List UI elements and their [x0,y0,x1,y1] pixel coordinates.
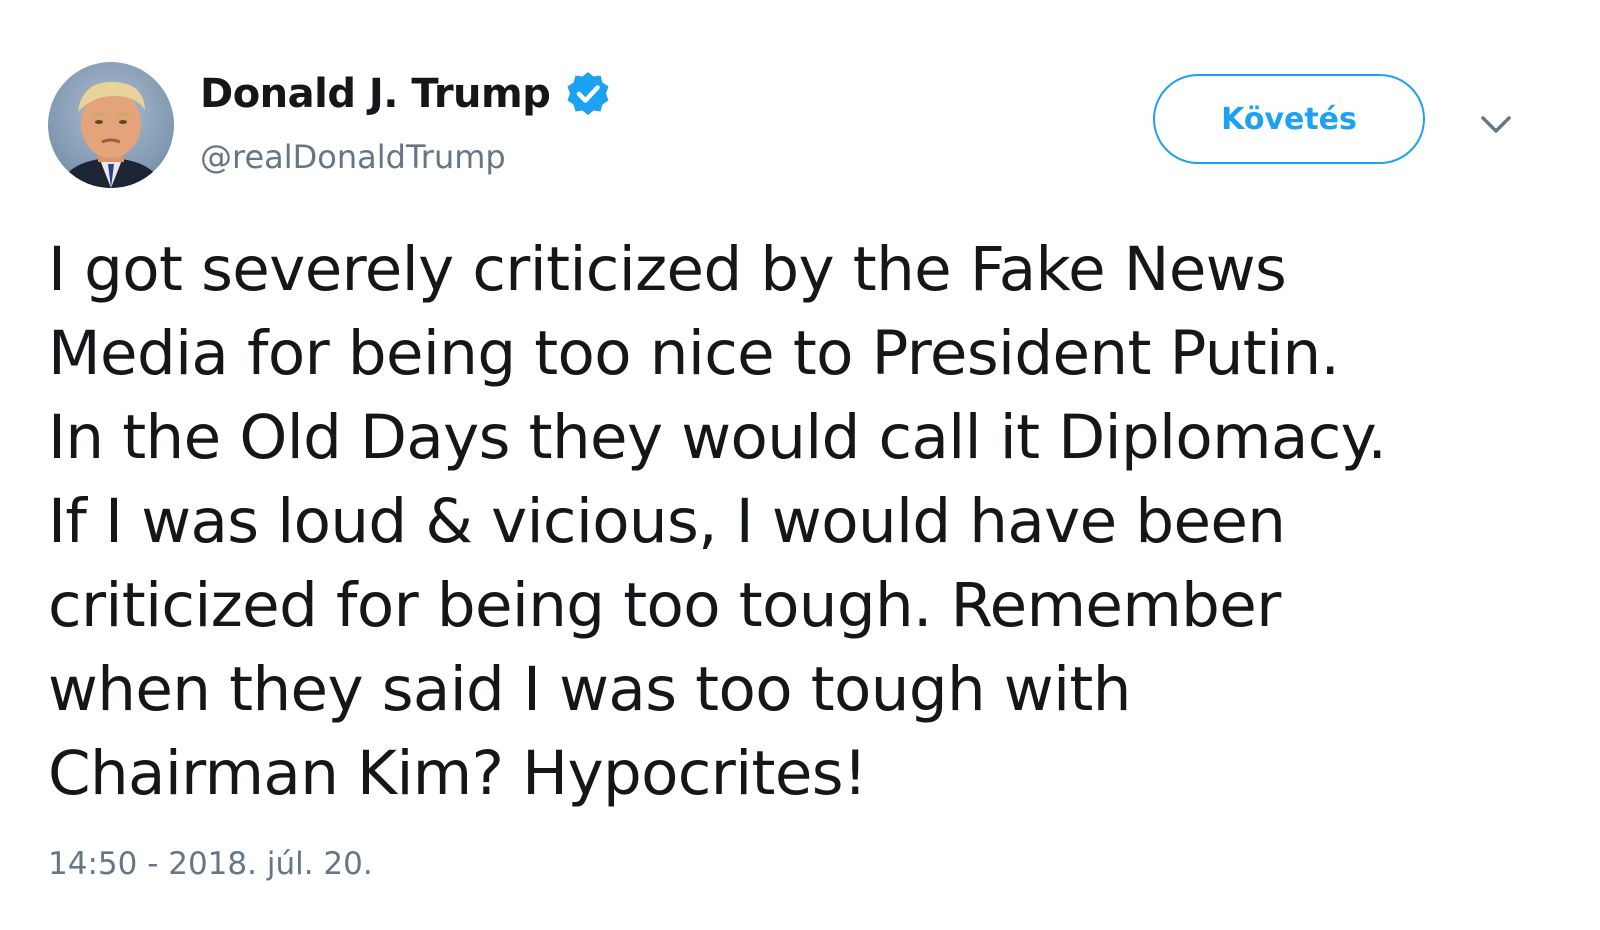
tweet-timestamp[interactable]: 14:50 - 2018. júl. 20. [48,846,373,882]
avatar-image [48,62,174,188]
tweet-text: I got severely criticized by the Fake Ne… [48,228,1548,816]
tweet-text-line: In the Old Days they would call it Diplo… [48,402,1387,473]
follow-button[interactable]: Követés [1153,74,1425,164]
tweet-text-line: Media for being too nice to President Pu… [48,318,1340,389]
tweet-text-line: I got severely criticized by the Fake Ne… [48,234,1287,305]
display-name[interactable]: Donald J. Trump [200,71,551,117]
tweet-text-line: when they said I was too tough with [48,654,1131,725]
user-handle[interactable]: @realDonaldTrump [200,138,506,176]
tweet-card: Donald J. Trump @realDonaldTrump Követés… [0,0,1600,930]
name-row: Donald J. Trump [200,70,612,118]
verified-badge-icon [564,70,612,118]
chevron-down-icon[interactable] [1478,112,1514,138]
tweet-text-line: If I was loud & vicious, I would have be… [48,486,1286,557]
tweet-text-line: criticized for being too tough. Remember [48,570,1281,641]
avatar[interactable] [48,62,174,188]
tweet-text-line: Chairman Kim? Hypocrites! [48,738,867,809]
